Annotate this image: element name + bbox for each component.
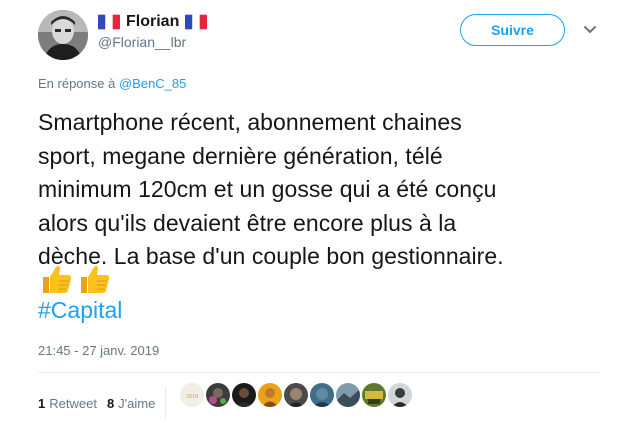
liker-avatar[interactable]	[258, 383, 282, 407]
user-avatar[interactable]	[38, 10, 88, 60]
reply-prefix: En réponse à	[38, 76, 116, 91]
liker-avatar[interactable]	[362, 383, 386, 407]
liker-badge-text: 2019	[186, 394, 198, 400]
tweet-text-line: minimum 120cm et un gosse qui a été conç…	[38, 176, 497, 202]
emoji-row	[40, 262, 112, 296]
liker-avatar[interactable]	[232, 383, 256, 407]
liker-avatar[interactable]	[284, 383, 308, 407]
retweet-label: Retweet	[49, 395, 97, 411]
france-flag-icon	[98, 14, 120, 30]
user-names: Florian @Florian__lbr	[98, 11, 208, 50]
liker-avatars: 2019	[180, 383, 412, 407]
tweet-text: Smartphone récent, abonnement chaines sp…	[38, 106, 618, 274]
tweet-card: Florian @Florian__lbr Suivre En réponse …	[0, 0, 638, 423]
liker-avatar[interactable]	[310, 383, 334, 407]
stats-separator	[165, 387, 167, 419]
tweet-text-line: alors qu'ils devaient être encore plus à…	[38, 209, 457, 236]
liker-avatar[interactable]: 2019	[180, 383, 204, 407]
retweet-count: 1	[38, 395, 46, 411]
reply-context: En réponse à @BenC_85	[38, 76, 186, 91]
tweet-stats: 1 Retweet 8 J'aime	[38, 387, 175, 419]
profile-photo-icon	[38, 10, 88, 60]
thumbs-up-icon	[81, 265, 110, 293]
tweet-timestamp[interactable]: 21:45 - 27 janv. 2019	[38, 343, 159, 358]
like-count: 8	[106, 395, 115, 411]
tweet-text-line: dèche. La base d'un couple bon gestionna…	[38, 243, 504, 269]
france-flag-icon	[185, 14, 208, 30]
tweet-text-line: sport, megane dernière génération, télé	[38, 142, 443, 169]
liker-avatar[interactable]	[206, 383, 230, 407]
reply-mention-link[interactable]: @BenC_85	[119, 76, 186, 91]
divider	[38, 372, 600, 373]
thumbs-up-icon	[43, 265, 72, 293]
liker-avatar[interactable]	[388, 383, 412, 407]
follow-button[interactable]: Suivre	[460, 14, 565, 46]
hashtag-link[interactable]: #Capital	[38, 297, 122, 324]
like-stat[interactable]: 8 J'aime	[107, 396, 155, 411]
retweet-stat[interactable]: 1 Retweet	[38, 396, 97, 411]
like-label: J'aime	[118, 395, 156, 411]
display-name[interactable]: Florian	[126, 13, 179, 31]
tweet-text-line: Smartphone récent, abonnement chaines	[38, 109, 462, 135]
chevron-down-icon[interactable]	[583, 25, 597, 35]
user-handle[interactable]: @Florian__lbr	[98, 34, 207, 50]
liker-avatar[interactable]	[336, 383, 360, 407]
